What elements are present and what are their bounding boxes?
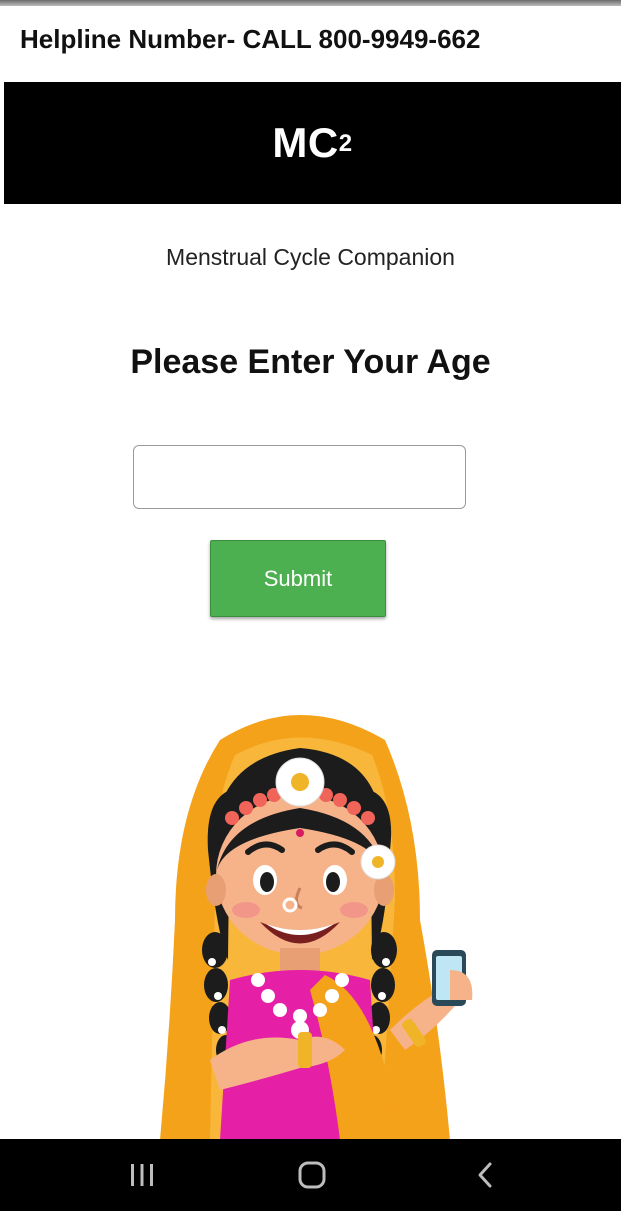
age-prompt-heading: Please Enter Your Age <box>130 343 491 381</box>
helpline-number: Helpline Number- CALL 800-9949-662 <box>20 24 481 54</box>
submit-button[interactable]: Submit <box>210 540 386 617</box>
back-icon <box>478 1162 492 1188</box>
app-screen: Helpline Number- CALL 800-9949-662 MC2 M… <box>0 0 621 1211</box>
logo-text: MC <box>272 119 339 166</box>
home-icon <box>298 1161 326 1189</box>
app-header: MC2 <box>4 82 621 204</box>
app-logo: MC2 <box>272 119 352 167</box>
recent-apps-icon <box>131 1164 153 1186</box>
age-input[interactable] <box>133 445 466 509</box>
girl-with-phone-illustration <box>160 715 473 1140</box>
home-button[interactable] <box>262 1139 362 1211</box>
recent-apps-button[interactable] <box>92 1139 192 1211</box>
status-bar-strip <box>0 0 621 6</box>
back-button[interactable] <box>436 1139 536 1211</box>
logo-superscript: 2 <box>338 130 353 157</box>
app-subtitle: Menstrual Cycle Companion <box>166 244 455 270</box>
system-navigation-bar <box>0 1139 621 1211</box>
